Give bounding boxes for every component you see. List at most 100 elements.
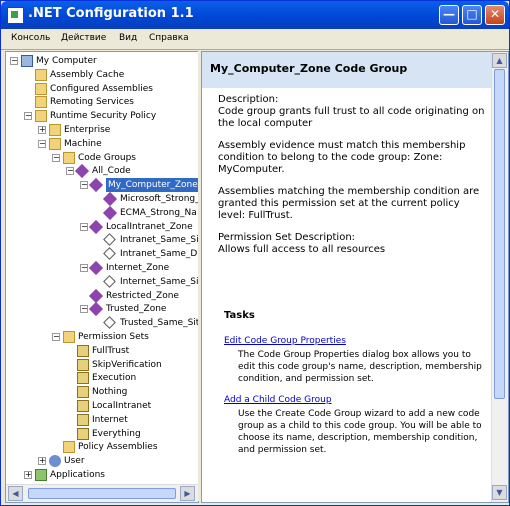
permission-set-icon	[77, 400, 89, 412]
tree-node-label: Applications	[50, 470, 105, 480]
condition-icon	[103, 233, 116, 247]
tree-node-label: Trusted_Zone	[106, 304, 167, 315]
permission-set-icon	[77, 372, 89, 385]
tree-node-label: Internet_Same_Si	[120, 276, 199, 287]
tree-node-label: Restricted_Zone	[106, 290, 179, 301]
tree-node-label: Assembly Cache	[50, 69, 125, 80]
tree-node-label: My_Computer_Zone	[106, 178, 198, 193]
expand-icon[interactable]: +	[24, 471, 32, 479]
add-child-code-group-desc: Use the Create Code Group wizard to add …	[238, 409, 482, 455]
folder-icon	[63, 151, 75, 164]
tree-node-label: Code Groups	[78, 152, 136, 163]
maximize-icon: □	[466, 7, 478, 21]
permission-set-icon	[77, 427, 89, 440]
tree-node-label: FullTrust	[92, 345, 130, 356]
collapse-icon[interactable]: −	[80, 181, 88, 190]
tree-node-label: Trusted_Same_Sit	[120, 318, 199, 329]
permission-set-icon	[77, 386, 89, 399]
edit-code-group-desc: The Code Group Properties dialog box all…	[238, 350, 482, 384]
tree-node-label: Configured Assemblies	[50, 83, 153, 94]
folder-icon	[63, 331, 75, 343]
tree-node-label: Execution	[92, 373, 137, 384]
detail-scroll-thumb[interactable]	[494, 69, 505, 399]
collapse-icon[interactable]: −	[24, 112, 32, 121]
tree-node-label: LocalIntranet	[92, 401, 152, 411]
collapse-icon[interactable]: −	[66, 167, 74, 176]
tree-node-label: Internet	[92, 414, 128, 425]
permission-set-icon	[77, 413, 89, 426]
add-child-code-group-link[interactable]: Add a Child Code Group	[224, 395, 332, 405]
expand-icon[interactable]: +	[38, 457, 46, 466]
tree-node-label: Microsoft_Strong_	[120, 194, 199, 204]
tree-node-label: Intranet_Same_Si	[120, 235, 199, 246]
code-group-icon	[88, 178, 104, 193]
permission-set-icon	[77, 358, 89, 371]
folder-icon	[35, 68, 47, 81]
app-icon	[7, 7, 24, 24]
tree-rows: − My Computer Assembly Cache Configured Ass…	[6, 52, 198, 484]
permset-desc-text: Allows full access to all resources	[218, 244, 386, 255]
menu-view[interactable]: Вид	[119, 33, 137, 43]
tree-node-label: LocalIntranet_Zone	[106, 221, 193, 232]
code-group-icon	[88, 219, 104, 234]
tree-node-label: ECMA_Strong_Na	[120, 207, 197, 218]
tree-horizontal-scrollbar[interactable]: ◀ ▶	[6, 484, 198, 502]
membership-text: Assembly evidence must match this member…	[218, 140, 466, 175]
maximize-button[interactable]: □	[462, 5, 482, 25]
close-button[interactable]: ✕	[485, 5, 505, 25]
tree-node-label: Machine	[64, 138, 102, 149]
collapse-icon[interactable]: −	[52, 153, 60, 162]
permission-text: Assemblies matching the membership condi…	[218, 186, 480, 221]
minimize-button[interactable]: —	[439, 5, 459, 25]
folder-icon	[63, 441, 75, 454]
tree-node-label: Policy Assemblies	[78, 442, 158, 453]
tree-node-label: User	[64, 456, 85, 467]
detail-header: My_Computer_Zone Code Group	[202, 52, 492, 88]
collapse-icon[interactable]: −	[10, 57, 18, 65]
scroll-left-icon[interactable]: ◀	[8, 486, 23, 501]
permission-set-icon	[77, 344, 89, 357]
tree-node-label: SkipVerification	[92, 359, 162, 370]
tree-node-label: All_Code	[92, 166, 131, 177]
code-group-icon	[88, 302, 104, 317]
scroll-up-icon[interactable]: ▲	[492, 53, 507, 68]
scroll-thumb[interactable]	[28, 488, 176, 499]
detail-pane: My_Computer_Zone Code Group Description:…	[201, 51, 509, 503]
collapse-icon[interactable]: −	[80, 264, 88, 272]
collapse-icon[interactable]: −	[52, 333, 60, 341]
edit-code-group-link[interactable]: Edit Code Group Properties	[224, 336, 346, 346]
tree-node-label: Internet_Zone	[106, 263, 170, 273]
detail-body: Description: Code group grants full trus…	[218, 94, 488, 266]
scroll-down-icon[interactable]: ▼	[492, 485, 507, 500]
collapse-icon[interactable]: −	[38, 139, 46, 148]
tree-node-label: My Computer	[36, 56, 97, 66]
collapse-icon[interactable]: −	[80, 305, 88, 314]
minimize-icon: —	[443, 7, 455, 21]
description-label: Description:	[218, 94, 279, 105]
expand-icon[interactable]: +	[38, 126, 46, 134]
scroll-right-icon[interactable]: ▶	[180, 486, 195, 501]
description-text: Code group grants full trust to all code…	[218, 106, 485, 129]
window-title: .NET Configuration 1.1	[28, 6, 194, 21]
user-icon	[49, 455, 61, 468]
collapse-icon[interactable]: −	[80, 222, 88, 231]
condition-icon	[103, 316, 116, 330]
tree-node-label: Enterprise	[64, 125, 111, 135]
code-group-icon	[88, 288, 104, 303]
menu-console[interactable]: Консоль	[11, 33, 50, 43]
console-tree[interactable]: − My Computer Assembly Cache Configured Ass…	[5, 51, 199, 503]
tree-node-label: Permission Sets	[78, 332, 149, 342]
tasks-title: Tasks	[224, 310, 255, 321]
computer-icon	[21, 55, 33, 67]
condition-icon	[103, 274, 116, 288]
menu-bar: Консоль Действие Вид Справка	[1, 29, 509, 50]
title-bar[interactable]: .NET Configuration 1.1 — □ ✕	[1, 1, 509, 29]
permset-desc-label: Permission Set Description:	[218, 232, 356, 243]
folder-icon	[35, 96, 47, 109]
folder-icon	[35, 82, 47, 95]
menu-action[interactable]: Действие	[61, 33, 106, 43]
code-group-icon	[74, 164, 90, 179]
folder-icon	[49, 137, 61, 150]
detail-vertical-scrollbar[interactable]: ▲ ▼	[491, 52, 508, 502]
menu-help[interactable]: Справка	[149, 33, 189, 43]
